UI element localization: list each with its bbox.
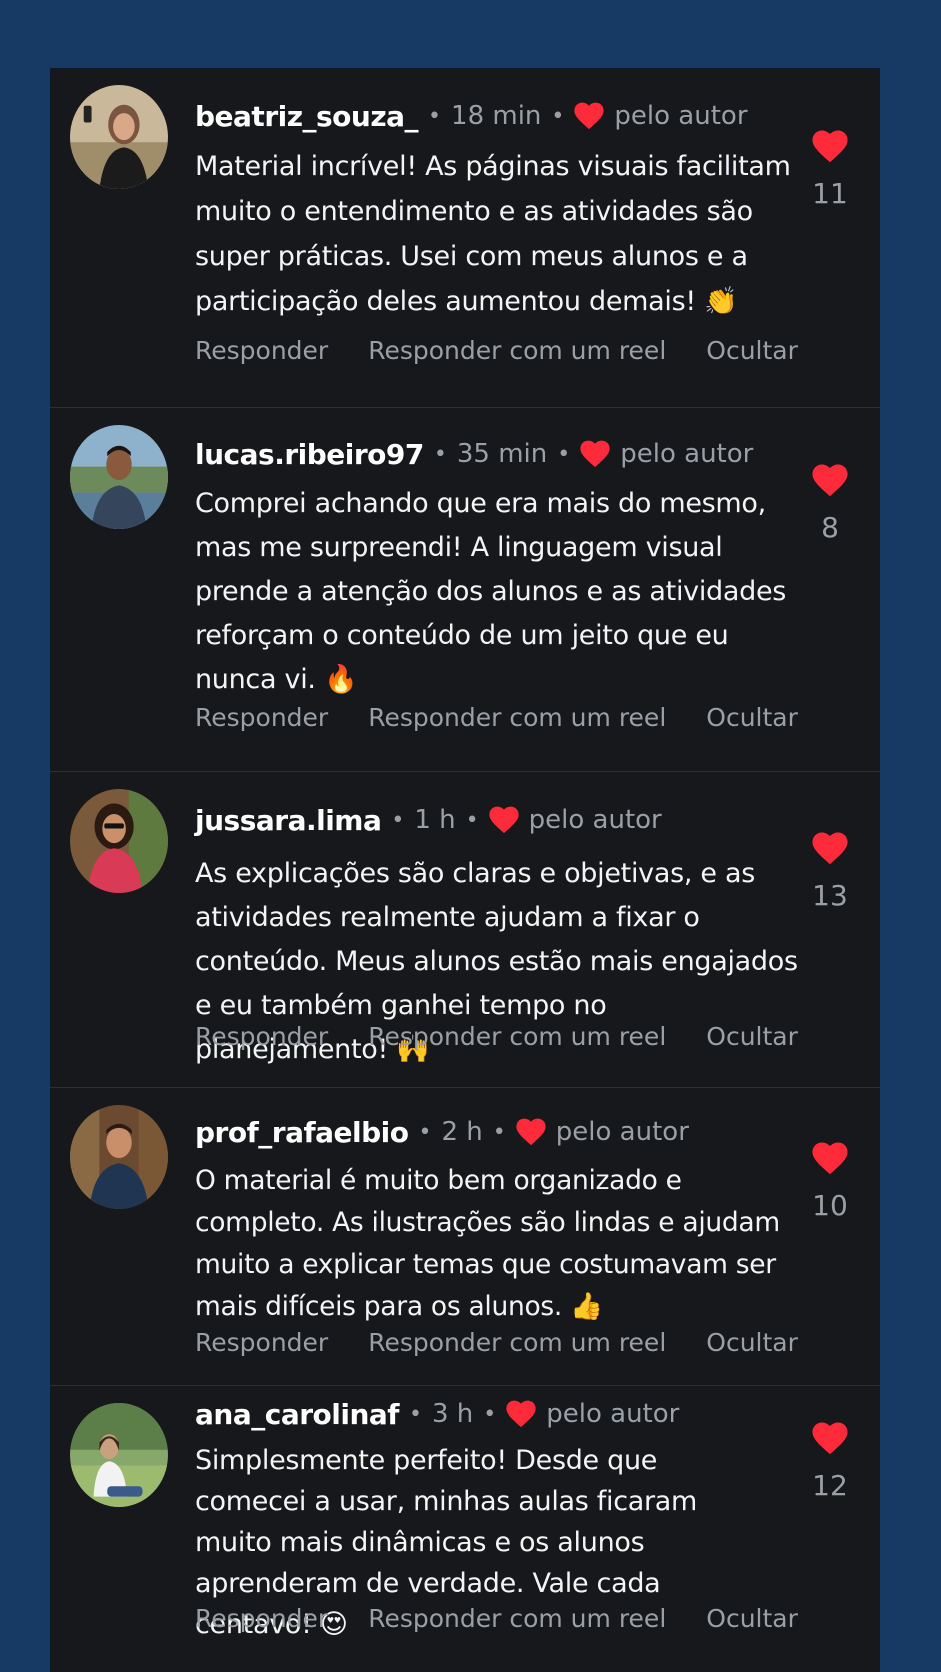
timestamp: 18 min bbox=[451, 101, 542, 131]
separator-dot: • bbox=[428, 103, 442, 129]
username[interactable]: prof_rafaelbio bbox=[195, 1116, 409, 1149]
reply-with-reel-button[interactable]: Responder com um reel bbox=[368, 1604, 666, 1633]
heart-icon bbox=[506, 1400, 536, 1428]
timestamp: 2 h bbox=[441, 1117, 483, 1147]
heart-icon bbox=[574, 102, 605, 130]
separator-dot: • bbox=[483, 1401, 497, 1427]
timestamp: 35 min bbox=[456, 439, 548, 469]
timestamp: 3 h bbox=[431, 1399, 474, 1429]
like-count: 8 bbox=[821, 511, 839, 544]
liked-by-author-label: pelo autor bbox=[614, 101, 748, 131]
like-count: 11 bbox=[812, 177, 848, 210]
comment-actions: Responder Responder com um reel Ocultar bbox=[195, 336, 838, 365]
comment-item: jussara.lima • 1 h • pelo autor As expli… bbox=[50, 772, 880, 1088]
comment-text: O material é muito bem organizado e comp… bbox=[195, 1165, 780, 1322]
username[interactable]: jussara.lima bbox=[195, 804, 382, 837]
avatar[interactable] bbox=[70, 789, 168, 893]
comment-header: lucas.ribeiro97 • 35 min • pelo autor bbox=[195, 436, 753, 472]
comment-actions: Responder Responder com um reel Ocultar bbox=[195, 1604, 838, 1633]
like-button[interactable]: 10 bbox=[805, 1142, 855, 1222]
comment-header: beatriz_souza_ • 18 min • pelo autor bbox=[195, 98, 748, 134]
comment-item: ana_carolinaf • 3 h • pelo autor Simples… bbox=[50, 1386, 880, 1672]
separator-dot: • bbox=[408, 1401, 422, 1427]
like-count: 13 bbox=[812, 879, 848, 912]
comment-text: Material incrível! As páginas visuais fa… bbox=[195, 151, 791, 317]
liked-by-author-label: pelo autor bbox=[528, 805, 662, 835]
heart-icon bbox=[489, 806, 519, 834]
username[interactable]: beatriz_souza_ bbox=[195, 100, 419, 133]
heart-icon[interactable] bbox=[812, 1422, 848, 1455]
separator-dot: • bbox=[465, 807, 479, 833]
heart-icon[interactable] bbox=[812, 1142, 848, 1175]
hide-button[interactable]: Ocultar bbox=[706, 1604, 798, 1633]
comment-actions: Responder Responder com um reel Ocultar bbox=[195, 1022, 838, 1051]
comment-item: lucas.ribeiro97 • 35 min • pelo autor Co… bbox=[50, 408, 880, 772]
like-button[interactable]: 11 bbox=[805, 130, 855, 210]
reply-with-reel-button[interactable]: Responder com um reel bbox=[368, 1328, 666, 1357]
reply-with-reel-button[interactable]: Responder com um reel bbox=[368, 1022, 666, 1051]
comments-panel: beatriz_souza_ • 18 min • pelo autor Mat… bbox=[50, 68, 880, 1672]
like-count: 12 bbox=[812, 1469, 848, 1502]
heart-icon[interactable] bbox=[812, 464, 848, 497]
heart-icon[interactable] bbox=[812, 832, 848, 865]
reply-button[interactable]: Responder bbox=[195, 1328, 328, 1357]
heart-icon[interactable] bbox=[812, 130, 848, 163]
comment-header: prof_rafaelbio • 2 h • pelo autor bbox=[195, 1114, 689, 1150]
liked-by-author-label: pelo autor bbox=[555, 1117, 689, 1147]
like-button[interactable]: 12 bbox=[805, 1422, 855, 1502]
comment-item: prof_rafaelbio • 2 h • pelo autor O mate… bbox=[50, 1088, 880, 1386]
reply-with-reel-button[interactable]: Responder com um reel bbox=[368, 336, 666, 365]
hide-button[interactable]: Ocultar bbox=[706, 1328, 798, 1357]
heart-icon bbox=[516, 1118, 546, 1146]
avatar[interactable] bbox=[70, 85, 168, 189]
separator-dot: • bbox=[492, 1119, 506, 1145]
comment-actions: Responder Responder com um reel Ocultar bbox=[195, 1328, 838, 1357]
hide-button[interactable]: Ocultar bbox=[706, 1022, 798, 1051]
avatar[interactable] bbox=[70, 1403, 168, 1507]
heart-icon bbox=[580, 440, 610, 468]
separator-dot: • bbox=[418, 1119, 432, 1145]
username[interactable]: lucas.ribeiro97 bbox=[195, 438, 424, 471]
liked-by-author-label: pelo autor bbox=[620, 439, 754, 469]
reply-button[interactable]: Responder bbox=[195, 703, 328, 732]
comment-header: jussara.lima • 1 h • pelo autor bbox=[195, 802, 662, 838]
separator-dot: • bbox=[557, 441, 571, 467]
like-count: 10 bbox=[812, 1189, 848, 1222]
like-button[interactable]: 8 bbox=[805, 464, 855, 544]
comment-text: Comprei achando que era mais do mesmo, m… bbox=[195, 488, 787, 695]
like-button[interactable]: 13 bbox=[805, 832, 855, 912]
liked-by-author-label: pelo autor bbox=[546, 1399, 680, 1429]
timestamp: 1 h bbox=[414, 805, 456, 835]
reply-button[interactable]: Responder bbox=[195, 336, 328, 365]
comment-header: ana_carolinaf • 3 h • pelo autor bbox=[195, 1396, 679, 1432]
reply-button[interactable]: Responder bbox=[195, 1022, 328, 1051]
separator-dot: • bbox=[433, 441, 447, 467]
comment-item: beatriz_souza_ • 18 min • pelo autor Mat… bbox=[50, 68, 880, 408]
avatar[interactable] bbox=[70, 425, 168, 529]
separator-dot: • bbox=[391, 807, 405, 833]
hide-button[interactable]: Ocultar bbox=[706, 336, 798, 365]
separator-dot: • bbox=[551, 103, 565, 129]
reply-with-reel-button[interactable]: Responder com um reel bbox=[368, 703, 666, 732]
avatar[interactable] bbox=[70, 1105, 168, 1209]
hide-button[interactable]: Ocultar bbox=[706, 703, 798, 732]
comment-actions: Responder Responder com um reel Ocultar bbox=[195, 703, 838, 732]
username[interactable]: ana_carolinaf bbox=[195, 1398, 399, 1431]
reply-button[interactable]: Responder bbox=[195, 1604, 328, 1633]
